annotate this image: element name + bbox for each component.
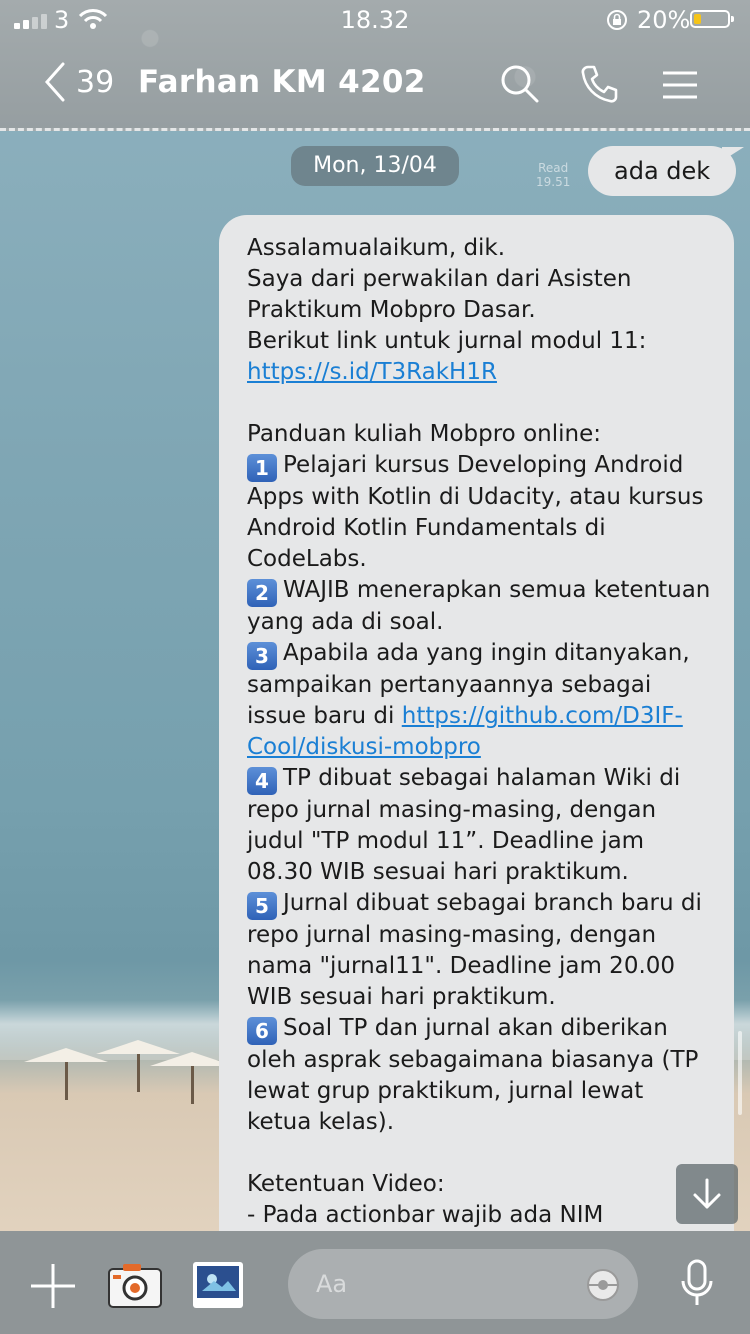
search-icon[interactable]	[500, 64, 540, 104]
guide-item-2: 2 WAJIB menerapkan semua ketentuan yang a…	[247, 577, 711, 635]
message-line: Saya dari perwakilan dari Asisten	[247, 266, 632, 292]
chat-header: 3 18.32 20% 39 Farhan KM 4202	[0, 0, 750, 131]
phone-call-icon[interactable]	[580, 64, 618, 104]
gallery-icon[interactable]	[192, 1261, 244, 1309]
back-button[interactable]: 39	[44, 62, 114, 102]
camera-icon[interactable]	[107, 1261, 163, 1309]
date-separator: Mon, 13/04	[291, 146, 459, 186]
incoming-message-bubble[interactable]: Assalamualaikum, dik. Saya dari perwakil…	[219, 215, 734, 1231]
video-item: - Pada actionbar wajib ada NIM	[247, 1202, 604, 1228]
keycap-5-icon: 5	[247, 892, 277, 920]
outgoing-message-bubble[interactable]: ada dek	[588, 146, 737, 196]
battery-percentage: 20%	[637, 6, 691, 34]
arrow-down-icon	[693, 1178, 721, 1209]
rotation-lock-icon	[607, 10, 627, 30]
keycap-3-icon: 3	[247, 642, 277, 670]
guide-item-1: 1 Pelajari kursus Developing Android Apps…	[247, 452, 704, 572]
scroll-to-bottom-button[interactable]	[676, 1164, 738, 1224]
message-line: Berikut link untuk jurnal modul 11:	[247, 328, 647, 354]
chat-title[interactable]: Farhan KM 4202	[138, 64, 426, 100]
status-bar: 3 18.32 20%	[0, 0, 750, 40]
message-line: Praktikum Mobpro Dasar.	[247, 297, 536, 323]
chevron-left-icon	[44, 62, 65, 102]
guide-item-3: 3 Apabila ada yang ingin ditanyakan, samp…	[247, 640, 690, 760]
read-receipt: Read 19.51	[536, 161, 570, 189]
guide-item-4: 4 TP dibuat sebagai halaman Wiki di repo …	[247, 765, 681, 885]
keycap-1-icon: 1	[247, 454, 277, 482]
guide-item-5: 5 Jurnal dibuat sebagai branch baru di re…	[247, 890, 702, 1010]
jurnal-link[interactable]: https://s.id/T3RakH1R	[247, 359, 497, 385]
menu-icon[interactable]	[662, 70, 698, 100]
message-line: Assalamualaikum, dik.	[247, 235, 506, 261]
message-text: Assalamualaikum, dik. Saya dari perwakil…	[247, 233, 714, 1231]
read-time: 19.51	[536, 175, 571, 189]
keycap-4-icon: 4	[247, 767, 277, 795]
plus-icon[interactable]	[30, 1263, 76, 1309]
message-list[interactable]: Mon, 13/04 Read 19.51 ada dek Assalamual…	[0, 131, 750, 1231]
sticker-icon[interactable]	[584, 1267, 622, 1303]
guide-title: Panduan kuliah Mobpro online:	[247, 421, 601, 447]
keycap-2-icon: 2	[247, 579, 277, 607]
unread-count: 39	[76, 64, 115, 100]
battery-icon	[690, 10, 734, 28]
microphone-icon[interactable]	[680, 1259, 714, 1309]
guide-item-6: 6 Soal TP dan jurnal akan diberikan oleh …	[247, 1015, 699, 1135]
keycap-6-icon: 6	[247, 1017, 277, 1045]
read-label: Read	[538, 161, 569, 175]
scrollbar[interactable]	[738, 1031, 742, 1115]
video-title: Ketentuan Video:	[247, 1171, 445, 1197]
message-input-bar: Aa	[0, 1231, 750, 1334]
